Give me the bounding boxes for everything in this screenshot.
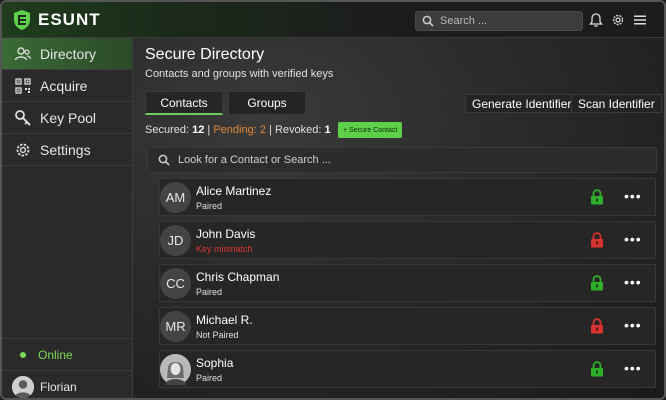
- global-search-input[interactable]: Search ...: [415, 11, 583, 31]
- lock-closed-icon[interactable]: [590, 361, 604, 377]
- app-name: ESUNT: [38, 10, 101, 29]
- search-icon: [158, 154, 170, 166]
- lock-closed-icon[interactable]: [590, 275, 604, 291]
- pending-count: 2: [259, 124, 266, 136]
- contact-name: Michael R.: [196, 313, 253, 327]
- bell-icon[interactable]: [588, 12, 604, 28]
- contact-search-input[interactable]: Look for a Contact or Search ...: [147, 147, 657, 173]
- key-stats: Secured: 12 | Pending: 2 | Revoked: 1: [145, 124, 331, 136]
- contact-row[interactable]: AM Alice Martinez Paired •••: [159, 178, 656, 216]
- sidebar-item-settings[interactable]: Settings: [2, 134, 132, 166]
- sidebar: Directory Acquire Key Pool Settings Onli…: [2, 38, 133, 398]
- contact-status: Key mismatch: [196, 244, 253, 254]
- avatar: [160, 354, 191, 385]
- avatar: MR: [160, 311, 191, 342]
- user-avatar-icon: [12, 375, 34, 398]
- generate-identifier-button[interactable]: Generate Identifier: [465, 94, 579, 113]
- more-options-icon[interactable]: •••: [624, 360, 642, 376]
- shield-logo-icon: [14, 10, 30, 30]
- revoked-count: 1: [324, 124, 331, 136]
- gear-icon[interactable]: [610, 12, 626, 28]
- lock-closed-icon[interactable]: [590, 189, 604, 205]
- sidebar-item-key-pool[interactable]: Key Pool: [2, 102, 132, 134]
- pending-label: Pending:: [213, 124, 257, 136]
- page-subtitle: Contacts and groups with verified keys: [145, 68, 334, 80]
- top-bar: ESUNT Search ...: [2, 2, 664, 38]
- top-icons: [588, 12, 648, 28]
- app-window: ESUNT Search ... Directory Acquire Key P…: [0, 0, 666, 400]
- page-title: Secure Directory: [145, 46, 265, 63]
- logo: ESUNT: [12, 9, 101, 31]
- sidebar-item-label: Directory: [40, 45, 97, 62]
- scan-identifier-button[interactable]: Scan Identifier: [571, 94, 662, 113]
- contact-row[interactable]: MR Michael R. Not Paired •••: [159, 307, 656, 345]
- contact-name: Alice Martinez: [196, 184, 272, 198]
- more-options-icon[interactable]: •••: [624, 274, 642, 290]
- gear-icon: [16, 143, 30, 156]
- more-options-icon[interactable]: •••: [624, 188, 642, 204]
- key-icon: [15, 109, 31, 126]
- contact-search-placeholder: Look for a Contact or Search ...: [178, 154, 331, 166]
- photo-avatar-icon: [160, 354, 191, 385]
- sidebar-item-label: Key Pool: [40, 109, 97, 126]
- users-icon: [14, 46, 32, 60]
- sidebar-item-label: Acquire: [40, 77, 88, 94]
- contact-status: Paired: [196, 201, 223, 211]
- contact-name: John Davis: [196, 227, 256, 241]
- contact-name: Sophia: [196, 356, 234, 370]
- search-icon: [422, 15, 434, 27]
- menu-icon[interactable]: [632, 12, 648, 28]
- secured-label: Secured:: [145, 124, 190, 136]
- revoked-label: Revoked:: [274, 124, 322, 136]
- secured-count: 12: [192, 124, 205, 136]
- avatar: [12, 375, 34, 398]
- user-profile[interactable]: Florian: [2, 370, 132, 398]
- tab-contacts[interactable]: Contacts: [145, 91, 223, 115]
- avatar: JD: [160, 225, 191, 256]
- tab-groups[interactable]: Groups: [228, 91, 306, 115]
- contact-row[interactable]: JD John Davis Key mismatch •••: [159, 221, 656, 259]
- contact-row[interactable]: CC Chris Chapman Paired •••: [159, 264, 656, 302]
- main-content: Secure Directory Contacts and groups wit…: [134, 38, 664, 398]
- contact-status: Paired: [196, 287, 223, 297]
- sidebar-item-label: Settings: [40, 141, 91, 158]
- status-dot-icon: [20, 351, 26, 358]
- lock-open-icon[interactable]: [590, 232, 604, 248]
- status-label: Online: [38, 347, 73, 362]
- global-search-placeholder: Search ...: [440, 15, 488, 27]
- connection-status: Online: [2, 338, 132, 370]
- more-options-icon[interactable]: •••: [624, 231, 642, 247]
- sidebar-footer: Online Florian: [2, 338, 132, 398]
- sidebar-item-acquire[interactable]: Acquire: [2, 70, 132, 102]
- sidebar-item-directory[interactable]: Directory: [2, 38, 132, 70]
- secure-contact-button[interactable]: + Secure Contact: [338, 122, 403, 138]
- contact-status: Not Paired: [196, 330, 239, 340]
- avatar: AM: [160, 182, 191, 213]
- contact-name: Chris Chapman: [196, 270, 280, 284]
- avatar: CC: [160, 268, 191, 299]
- lock-open-icon[interactable]: [590, 318, 604, 334]
- contact-row[interactable]: Sophia Paired •••: [159, 350, 656, 388]
- contact-status: Paired: [196, 373, 223, 383]
- qr-code-icon: [15, 77, 31, 94]
- more-options-icon[interactable]: •••: [624, 317, 642, 333]
- user-name: Florian: [40, 379, 77, 394]
